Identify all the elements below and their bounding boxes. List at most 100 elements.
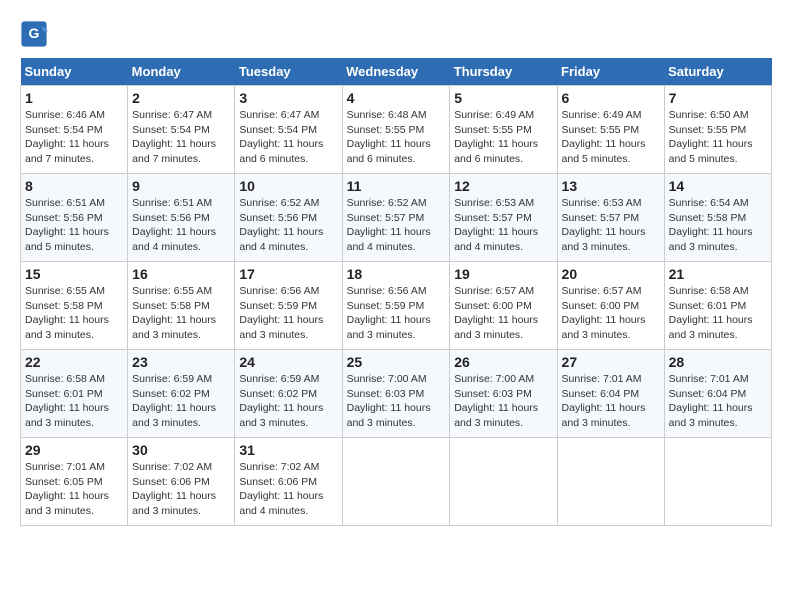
day-info: Sunrise: 6:51 AMSunset: 5:56 PMDaylight:… <box>25 196 123 255</box>
calendar-week-row: 8 Sunrise: 6:51 AMSunset: 5:56 PMDaylight… <box>21 174 772 262</box>
day-info: Sunrise: 6:53 AMSunset: 5:57 PMDaylight:… <box>454 196 552 255</box>
calendar-week-row: 1 Sunrise: 6:46 AMSunset: 5:54 PMDaylight… <box>21 86 772 174</box>
day-info: Sunrise: 6:50 AMSunset: 5:55 PMDaylight:… <box>669 108 767 167</box>
calendar-cell: 13 Sunrise: 6:53 AMSunset: 5:57 PMDayligh… <box>557 174 664 262</box>
weekday-header-tuesday: Tuesday <box>235 58 342 86</box>
day-info: Sunrise: 6:58 AMSunset: 6:01 PMDaylight:… <box>25 372 123 431</box>
calendar-cell: 16 Sunrise: 6:55 AMSunset: 5:58 PMDayligh… <box>128 262 235 350</box>
calendar-cell: 11Sunrise: 6:52 AMSunset: 5:57 PMDayligh… <box>342 174 450 262</box>
day-info: Sunrise: 7:01 AMSunset: 6:05 PMDaylight:… <box>25 460 123 519</box>
day-number: 22 <box>25 354 123 370</box>
day-info: Sunrise: 6:59 AMSunset: 6:02 PMDaylight:… <box>132 372 230 431</box>
day-info: Sunrise: 6:53 AMSunset: 5:57 PMDaylight:… <box>562 196 660 255</box>
calendar-cell: 26 Sunrise: 7:00 AMSunset: 6:03 PMDayligh… <box>450 350 557 438</box>
day-info: Sunrise: 6:49 AMSunset: 5:55 PMDaylight:… <box>454 108 552 167</box>
calendar-cell: 25 Sunrise: 7:00 AMSunset: 6:03 PMDayligh… <box>342 350 450 438</box>
header: G <box>20 20 772 48</box>
day-number: 4 <box>347 90 446 106</box>
day-info: Sunrise: 6:47 AMSunset: 5:54 PMDaylight:… <box>132 108 230 167</box>
logo: G <box>20 20 52 48</box>
day-number: 20 <box>562 266 660 282</box>
calendar-cell: 1 Sunrise: 6:46 AMSunset: 5:54 PMDaylight… <box>21 86 128 174</box>
day-number: 16 <box>132 266 230 282</box>
day-info: Sunrise: 6:48 AMSunset: 5:55 PMDaylight:… <box>347 108 446 167</box>
calendar-cell: 8 Sunrise: 6:51 AMSunset: 5:56 PMDaylight… <box>21 174 128 262</box>
calendar-cell <box>557 438 664 526</box>
calendar-week-row: 22 Sunrise: 6:58 AMSunset: 6:01 PMDayligh… <box>21 350 772 438</box>
day-info: Sunrise: 7:01 AMSunset: 6:04 PMDaylight:… <box>562 372 660 431</box>
calendar-cell: 12Sunrise: 6:53 AMSunset: 5:57 PMDayligh… <box>450 174 557 262</box>
weekday-header-thursday: Thursday <box>450 58 557 86</box>
day-info: Sunrise: 7:00 AMSunset: 6:03 PMDaylight:… <box>347 372 446 431</box>
calendar-cell: 30 Sunrise: 7:02 AMSunset: 6:06 PMDayligh… <box>128 438 235 526</box>
day-info: Sunrise: 6:55 AMSunset: 5:58 PMDaylight:… <box>25 284 123 343</box>
calendar-cell: 24 Sunrise: 6:59 AMSunset: 6:02 PMDayligh… <box>235 350 342 438</box>
day-number: 3 <box>239 90 337 106</box>
weekday-header-saturday: Saturday <box>664 58 771 86</box>
calendar-cell: 17Sunrise: 6:56 AMSunset: 5:59 PMDayligh… <box>235 262 342 350</box>
day-info: Sunrise: 7:02 AMSunset: 6:06 PMDaylight:… <box>239 460 337 519</box>
calendar-cell: 31 Sunrise: 7:02 AMSunset: 6:06 PMDayligh… <box>235 438 342 526</box>
day-number: 29 <box>25 442 123 458</box>
calendar-cell: 23 Sunrise: 6:59 AMSunset: 6:02 PMDayligh… <box>128 350 235 438</box>
day-number: 26 <box>454 354 552 370</box>
calendar-cell <box>664 438 771 526</box>
day-info: Sunrise: 6:52 AMSunset: 5:57 PMDaylight:… <box>347 196 446 255</box>
day-info: Sunrise: 6:57 AMSunset: 6:00 PMDaylight:… <box>562 284 660 343</box>
day-number: 8 <box>25 178 123 194</box>
day-number: 6 <box>562 90 660 106</box>
day-number: 2 <box>132 90 230 106</box>
day-info: Sunrise: 6:59 AMSunset: 6:02 PMDaylight:… <box>239 372 337 431</box>
calendar-week-row: 15 Sunrise: 6:55 AMSunset: 5:58 PMDayligh… <box>21 262 772 350</box>
calendar-cell: 5Sunrise: 6:49 AMSunset: 5:55 PMDaylight… <box>450 86 557 174</box>
calendar-table: SundayMondayTuesdayWednesdayThursdayFrid… <box>20 58 772 526</box>
weekday-header-friday: Friday <box>557 58 664 86</box>
calendar-cell: 3Sunrise: 6:47 AMSunset: 5:54 PMDaylight… <box>235 86 342 174</box>
day-number: 25 <box>347 354 446 370</box>
calendar-cell: 28Sunrise: 7:01 AMSunset: 6:04 PMDayligh… <box>664 350 771 438</box>
calendar-cell: 10 Sunrise: 6:52 AMSunset: 5:56 PMDayligh… <box>235 174 342 262</box>
day-number: 30 <box>132 442 230 458</box>
day-info: Sunrise: 6:57 AMSunset: 6:00 PMDaylight:… <box>454 284 552 343</box>
day-number: 23 <box>132 354 230 370</box>
day-info: Sunrise: 7:02 AMSunset: 6:06 PMDaylight:… <box>132 460 230 519</box>
day-number: 18 <box>347 266 446 282</box>
day-number: 28 <box>669 354 767 370</box>
day-number: 31 <box>239 442 337 458</box>
day-number: 15 <box>25 266 123 282</box>
day-info: Sunrise: 6:49 AMSunset: 5:55 PMDaylight:… <box>562 108 660 167</box>
day-info: Sunrise: 6:51 AMSunset: 5:56 PMDaylight:… <box>132 196 230 255</box>
day-info: Sunrise: 6:58 AMSunset: 6:01 PMDaylight:… <box>669 284 767 343</box>
day-number: 19 <box>454 266 552 282</box>
calendar-cell <box>342 438 450 526</box>
page-container: G SundayMondayTuesdayWednesdayThursdayFr… <box>20 20 772 526</box>
calendar-cell: 20 Sunrise: 6:57 AMSunset: 6:00 PMDayligh… <box>557 262 664 350</box>
day-info: Sunrise: 6:52 AMSunset: 5:56 PMDaylight:… <box>239 196 337 255</box>
calendar-cell: 4 Sunrise: 6:48 AMSunset: 5:55 PMDaylight… <box>342 86 450 174</box>
day-info: Sunrise: 7:00 AMSunset: 6:03 PMDaylight:… <box>454 372 552 431</box>
day-number: 21 <box>669 266 767 282</box>
day-number: 17 <box>239 266 337 282</box>
day-info: Sunrise: 6:54 AMSunset: 5:58 PMDaylight:… <box>669 196 767 255</box>
day-number: 27 <box>562 354 660 370</box>
day-number: 9 <box>132 178 230 194</box>
logo-icon: G <box>20 20 48 48</box>
day-number: 24 <box>239 354 337 370</box>
calendar-cell: 29 Sunrise: 7:01 AMSunset: 6:05 PMDayligh… <box>21 438 128 526</box>
calendar-cell: 15 Sunrise: 6:55 AMSunset: 5:58 PMDayligh… <box>21 262 128 350</box>
weekday-header-wednesday: Wednesday <box>342 58 450 86</box>
calendar-cell: 19 Sunrise: 6:57 AMSunset: 6:00 PMDayligh… <box>450 262 557 350</box>
day-info: Sunrise: 6:46 AMSunset: 5:54 PMDaylight:… <box>25 108 123 167</box>
calendar-cell: 18Sunrise: 6:56 AMSunset: 5:59 PMDayligh… <box>342 262 450 350</box>
weekday-header-row: SundayMondayTuesdayWednesdayThursdayFrid… <box>21 58 772 86</box>
calendar-cell: 21 Sunrise: 6:58 AMSunset: 6:01 PMDayligh… <box>664 262 771 350</box>
calendar-cell: 2 Sunrise: 6:47 AMSunset: 5:54 PMDaylight… <box>128 86 235 174</box>
calendar-cell <box>450 438 557 526</box>
calendar-cell: 22 Sunrise: 6:58 AMSunset: 6:01 PMDayligh… <box>21 350 128 438</box>
day-number: 1 <box>25 90 123 106</box>
day-number: 14 <box>669 178 767 194</box>
day-number: 10 <box>239 178 337 194</box>
day-info: Sunrise: 6:55 AMSunset: 5:58 PMDaylight:… <box>132 284 230 343</box>
calendar-week-row: 29 Sunrise: 7:01 AMSunset: 6:05 PMDayligh… <box>21 438 772 526</box>
day-number: 13 <box>562 178 660 194</box>
